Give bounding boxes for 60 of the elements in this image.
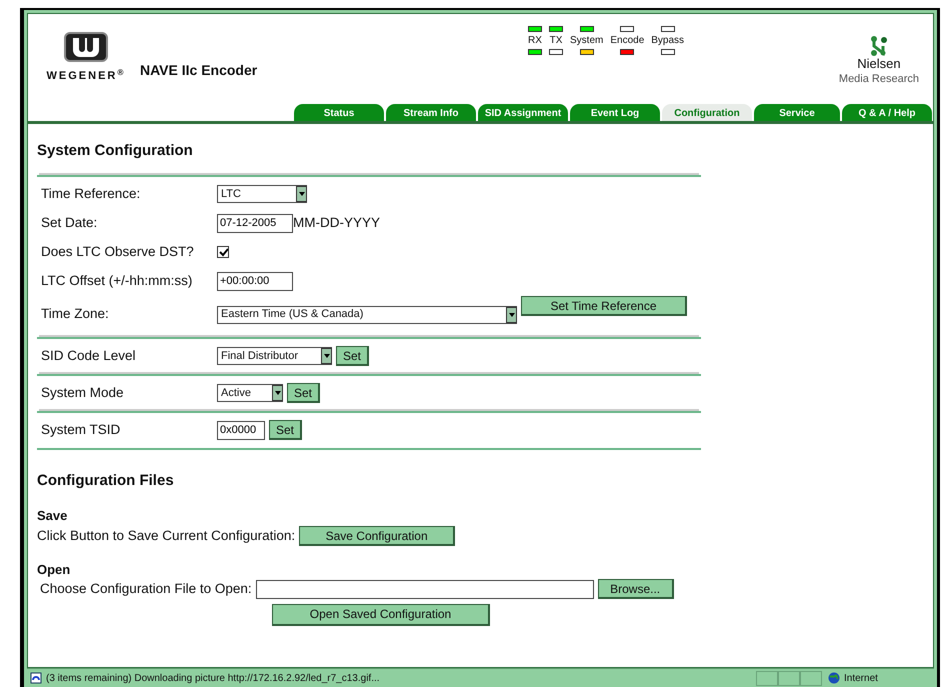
- dropdown[interactable]: Final Distributor: [217, 347, 332, 365]
- app-title: NAVE IIc Encoder: [140, 61, 258, 80]
- zone-label: Internet: [844, 672, 879, 686]
- browse-button[interactable]: Browse...: [598, 579, 674, 600]
- molecule-logo-icon: [870, 36, 888, 56]
- dropdown[interactable]: Eastern Time (US & Canada): [217, 306, 517, 324]
- set-button[interactable]: Set: [336, 346, 370, 366]
- field-label: Time Zone:: [40, 305, 110, 324]
- field-label: Does LTC Observe DST?: [40, 242, 195, 261]
- partner-subtitle: Media Research: [838, 72, 919, 87]
- set-button[interactable]: Set Time Reference: [521, 296, 687, 316]
- save-button[interactable]: Save Configuration: [299, 526, 456, 546]
- led-label: Bypass: [651, 35, 684, 46]
- field-label: LTC Offset (+/-hh:mm:ss): [40, 272, 194, 290]
- dropdown-arrow-icon: [274, 391, 280, 395]
- field-label: System Mode: [40, 384, 125, 402]
- section-heading: Configuration Files: [37, 470, 175, 490]
- led-label: Encode: [610, 35, 644, 46]
- field-label: Set Date:: [40, 214, 98, 232]
- nav-tab[interactable]: Event Log: [570, 104, 660, 121]
- dropdown-arrow-icon: [324, 354, 330, 358]
- nav-tab[interactable]: Service: [754, 104, 840, 121]
- nav-tab[interactable]: Stream Info: [386, 104, 476, 121]
- status-pane: [756, 670, 778, 686]
- partner-name: Nielsen: [857, 56, 901, 71]
- set-button[interactable]: Set: [269, 420, 302, 440]
- dropdown-arrow-icon: [508, 312, 514, 316]
- status-message: (3 items remaining) Downloading picture http://172.16.2.92/led_r7_c13.gif...: [46, 672, 381, 686]
- dropdown[interactable]: LTC: [217, 185, 307, 203]
- text-field[interactable]: +00:00:00: [217, 272, 293, 290]
- set-button[interactable]: Set: [287, 383, 320, 403]
- status-pane: [800, 670, 822, 686]
- nav-tab[interactable]: Configuration: [662, 104, 752, 121]
- section-heading: System Configuration: [37, 141, 194, 161]
- file-path-field[interactable]: [256, 580, 594, 599]
- status-pane: [778, 670, 800, 686]
- dropdown[interactable]: Active: [217, 384, 283, 402]
- field-label: Time Reference:: [40, 184, 142, 203]
- checkbox[interactable]: [217, 246, 229, 258]
- format-hint: MM-DD-YYYY: [293, 214, 380, 232]
- text-field[interactable]: 0x0000: [217, 420, 265, 440]
- instruction-text: Click Button to Save Current Configuration:: [37, 526, 296, 545]
- text-field[interactable]: 07-12-2005: [217, 214, 293, 232]
- subsection-heading: Open: [37, 560, 72, 579]
- nav-tab[interactable]: Q & A / Help: [842, 104, 932, 121]
- nav-tab[interactable]: Status: [294, 104, 384, 121]
- logo-icon: [64, 32, 108, 62]
- globe-icon: [828, 672, 840, 684]
- dropdown-arrow-icon: [298, 192, 304, 196]
- field-label: System TSID: [40, 420, 122, 439]
- subsection-heading: Save: [37, 507, 68, 525]
- nav-tab[interactable]: SID Assignment: [478, 104, 568, 121]
- led-label: System: [570, 35, 604, 46]
- open-button[interactable]: Open Saved Configuration: [272, 604, 490, 626]
- brand-logo-text: WEGENER$^{®}$: [46, 68, 126, 84]
- instruction-text: Choose Configuration File to Open:: [40, 580, 252, 598]
- led-label: RX: [528, 35, 542, 46]
- led-label: TX: [550, 35, 562, 46]
- page-icon: [30, 672, 42, 684]
- field-label: SID Code Level: [40, 346, 137, 365]
